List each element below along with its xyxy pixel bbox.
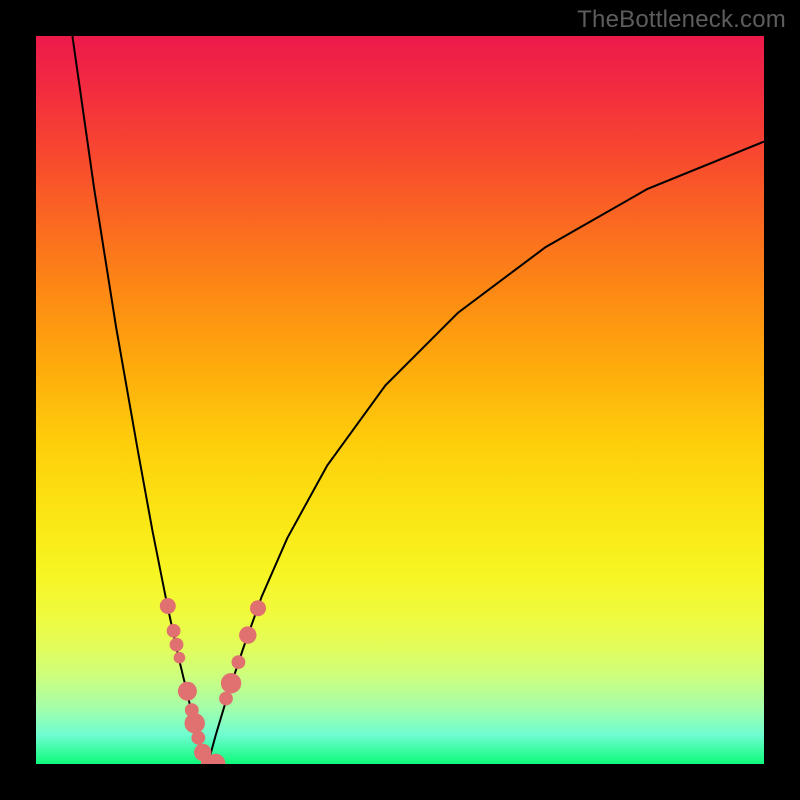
left-curve [72,36,207,764]
marker-group [160,598,266,764]
data-marker [221,673,241,693]
data-marker [174,652,186,664]
data-marker [185,713,205,733]
plot-area [36,36,764,764]
watermark-text: TheBottleneck.com [577,6,786,34]
data-marker [178,682,197,701]
outer-frame: TheBottleneck.com [0,0,800,800]
right-curve [208,142,764,764]
data-marker [167,624,181,638]
data-marker [239,626,256,643]
data-marker [250,600,266,616]
data-marker [232,655,246,669]
chart-svg [36,36,764,764]
data-marker [170,638,184,652]
data-marker [191,731,205,745]
data-marker [160,598,176,614]
data-marker [219,692,233,706]
